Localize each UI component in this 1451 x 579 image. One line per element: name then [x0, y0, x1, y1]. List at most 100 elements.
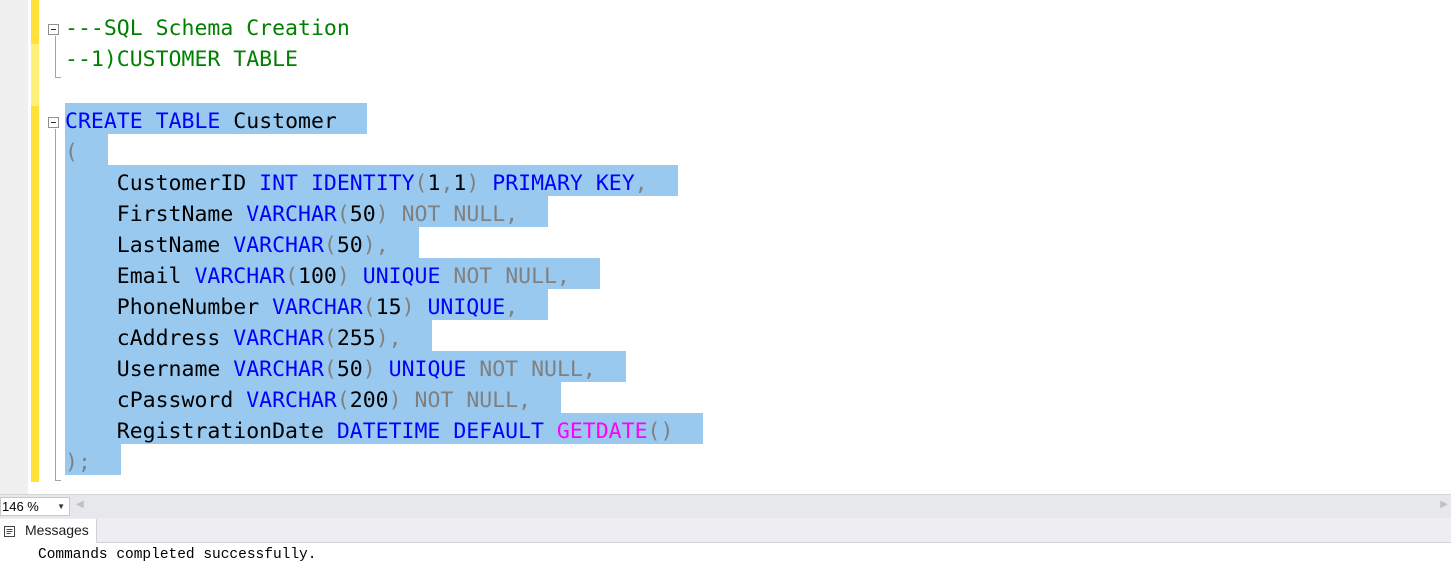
tab-messages[interactable]: Messages [0, 519, 97, 543]
code-token: TABLE [155, 109, 221, 134]
result-message: Commands completed successfully. [38, 547, 317, 563]
code-token: cPassword [65, 388, 247, 413]
code-token: 100 [298, 264, 337, 289]
code-token: , [582, 357, 596, 382]
code-token: CREATE [65, 109, 143, 134]
code-line: RegistrationDate DATETIME DEFAULT GETDAT… [65, 416, 674, 447]
code-token: GETDATE [556, 419, 648, 444]
code-token: NULL [505, 264, 557, 289]
code-token: UNIQUE [362, 264, 441, 289]
code-line: cPassword VARCHAR(200) NOT NULL, [65, 385, 531, 416]
code-token: cAddress [65, 326, 234, 351]
fold-guide-end [55, 77, 61, 78]
code-token: PhoneNumber [65, 295, 273, 320]
code-token: , [556, 264, 570, 289]
code-token: NOT [453, 264, 493, 289]
code-token: , [375, 233, 389, 258]
code-token: ) [401, 295, 415, 320]
code-token: NULL [453, 202, 506, 227]
code-token: CustomerID [65, 171, 260, 196]
code-token: ( [414, 171, 428, 196]
code-token: ) [466, 171, 480, 196]
code-token: Customer [220, 109, 337, 134]
code-line: ---SQL Schema Creation [65, 13, 350, 44]
code-token: UNIQUE [388, 357, 467, 382]
code-token: NOT [401, 202, 441, 227]
code-line: CREATE TABLE Customer [65, 106, 337, 137]
code-token: ) [362, 357, 376, 382]
results-pane: Messages Commands completed successfully… [0, 518, 1451, 579]
collapse-region-icon[interactable] [48, 117, 59, 128]
code-token: VARCHAR [233, 357, 324, 382]
results-tabstrip: Messages [0, 518, 1451, 543]
code-token: FirstName [65, 202, 247, 227]
code-token: ) [388, 388, 402, 413]
code-token: --1)CUSTOMER TABLE [65, 47, 298, 72]
code-line: Username VARCHAR(50) UNIQUE NOT NULL, [65, 354, 596, 385]
code-token: , [634, 171, 648, 196]
code-token: , [440, 171, 454, 196]
chevron-down-icon: ▼ [57, 502, 65, 511]
code-token: 50 [336, 233, 363, 258]
code-line: Email VARCHAR(100) UNIQUE NOT NULL, [65, 261, 570, 292]
code-token: 1 [453, 171, 467, 196]
query-editor[interactable]: ---SQL Schema Creation --1)CUSTOMER TABLE… [0, 0, 1451, 494]
code-token: NULL [466, 388, 519, 413]
code-token: ) [336, 264, 350, 289]
code-token: 200 [349, 388, 389, 413]
code-token: ( [323, 357, 337, 382]
code-token: ( [336, 388, 350, 413]
code-token: VARCHAR [194, 264, 286, 289]
editor-margin [0, 0, 28, 494]
messages-icon [4, 526, 15, 537]
code-line: CustomerID INT IDENTITY(1,1) PRIMARY KEY… [65, 168, 648, 199]
code-token: VARCHAR [246, 202, 337, 227]
code-token: DATETIME [336, 419, 441, 444]
code-token: VARCHAR [233, 233, 324, 258]
fold-guide [55, 36, 56, 78]
code-token: ) [375, 202, 389, 227]
collapse-region-icon[interactable] [48, 24, 59, 35]
code-token: PRIMARY [492, 171, 583, 196]
code-token: , [505, 295, 519, 320]
code-line: cAddress VARCHAR(255), [65, 323, 402, 354]
scroll-left-icon[interactable]: ◀ [76, 499, 84, 510]
tab-messages-label: Messages [25, 522, 89, 538]
code-token: ( [362, 295, 376, 320]
code-token: VARCHAR [233, 326, 324, 351]
code-token: VARCHAR [246, 388, 337, 413]
code-token: RegistrationDate [65, 419, 337, 444]
zoom-dropdown[interactable]: 146 % ▼ [0, 497, 70, 516]
change-tracking-bar [31, 0, 39, 482]
code-token: ---SQL Schema Creation [65, 16, 350, 41]
code-line: --1)CUSTOMER TABLE [65, 44, 298, 75]
code-token: KEY [595, 171, 635, 196]
code-token: ); [65, 450, 91, 475]
code-token: VARCHAR [272, 295, 363, 320]
code-token: INT [259, 171, 299, 196]
code-token: , [505, 202, 519, 227]
code-token: () [647, 419, 674, 444]
code-token: ( [323, 326, 337, 351]
code-line: ( [65, 137, 78, 168]
scroll-right-icon[interactable]: ▶ [1440, 499, 1448, 510]
code-token: NOT [479, 357, 519, 382]
fold-guide [55, 129, 56, 481]
code-line: LastName VARCHAR(50), [65, 230, 389, 261]
code-token: NOT [414, 388, 454, 413]
code-token: ) [362, 233, 376, 258]
